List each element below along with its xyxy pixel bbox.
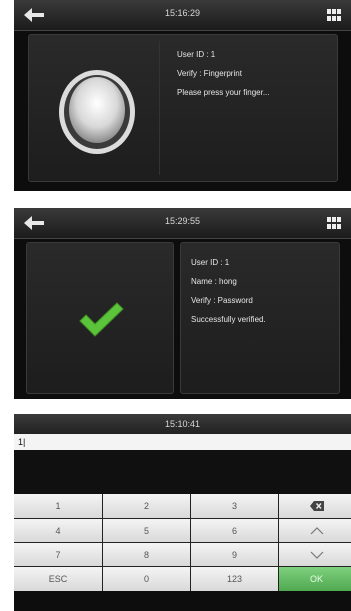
user-name-text: Name : hong	[191, 277, 237, 286]
fingerprint-verify-screen: 15:16:29 User ID : 1 Verify : Fingerprin…	[14, 0, 351, 191]
key-6[interactable]: 6	[191, 519, 278, 542]
user-id-text: User ID : 1	[191, 258, 230, 267]
key-8[interactable]: 8	[103, 543, 190, 566]
checkmark-icon	[79, 302, 124, 337]
chevron-up-icon	[310, 526, 323, 534]
menu-grid-icon[interactable]	[327, 9, 341, 21]
prompt-text: Please press your finger...	[177, 88, 270, 97]
clock: 15:29:55	[164, 216, 201, 226]
key-7[interactable]: 7	[14, 543, 102, 566]
key-3[interactable]: 3	[191, 494, 278, 518]
result-icon-panel	[26, 242, 174, 394]
fingerprint-sensor-icon	[59, 70, 135, 154]
verify-method-text: Verify : Fingerprint	[177, 69, 242, 78]
backspace-icon	[309, 501, 324, 511]
key-4[interactable]: 4	[14, 519, 102, 542]
input-mode-key[interactable]: 123	[191, 567, 278, 591]
user-id-text: User ID : 1	[177, 50, 216, 59]
backspace-key[interactable]	[279, 494, 351, 518]
key-1[interactable]: 1	[14, 494, 102, 518]
clock: 15:16:29	[164, 8, 201, 18]
verify-panel: User ID : 1 Verify : Fingerprint Please …	[28, 34, 338, 182]
top-bar: 15:29:55	[14, 208, 351, 239]
result-info-panel: User ID : 1 Name : hong Verify : Passwor…	[180, 242, 340, 394]
key-9[interactable]: 9	[191, 543, 278, 566]
keypad-spacer	[14, 450, 351, 494]
verify-info: User ID : 1 Verify : Fingerprint Please …	[177, 45, 270, 102]
result-text: Successfully verified.	[191, 315, 266, 324]
top-bar: 15:10:41	[14, 414, 351, 434]
esc-key[interactable]: ESC	[14, 567, 102, 591]
key-0[interactable]: 0	[103, 567, 190, 591]
key-5[interactable]: 5	[103, 519, 190, 542]
menu-grid-icon[interactable]	[327, 217, 341, 229]
clock: 15:10:41	[164, 419, 201, 429]
key-2[interactable]: 2	[103, 494, 190, 518]
up-key[interactable]	[279, 519, 351, 542]
result-info: User ID : 1 Name : hong Verify : Passwor…	[191, 253, 266, 329]
top-bar: 15:16:29	[14, 0, 351, 31]
panel-divider	[159, 41, 160, 175]
input-field[interactable]: 1|	[14, 434, 351, 450]
keypad-screen: 15:10:41 1| 1 2 3 4 5 6 7 8 9 ESC 0 123 …	[14, 414, 351, 611]
ok-button[interactable]: OK	[279, 567, 351, 591]
verify-method-text: Verify : Password	[191, 296, 253, 305]
down-key[interactable]	[279, 543, 351, 566]
numeric-keypad: 1 2 3 4 5 6 7 8 9 ESC 0 123 OK	[14, 494, 351, 591]
verify-success-screen: 15:29:55 User ID : 1 Name : hong Verify …	[14, 208, 351, 399]
chevron-down-icon	[310, 551, 323, 559]
